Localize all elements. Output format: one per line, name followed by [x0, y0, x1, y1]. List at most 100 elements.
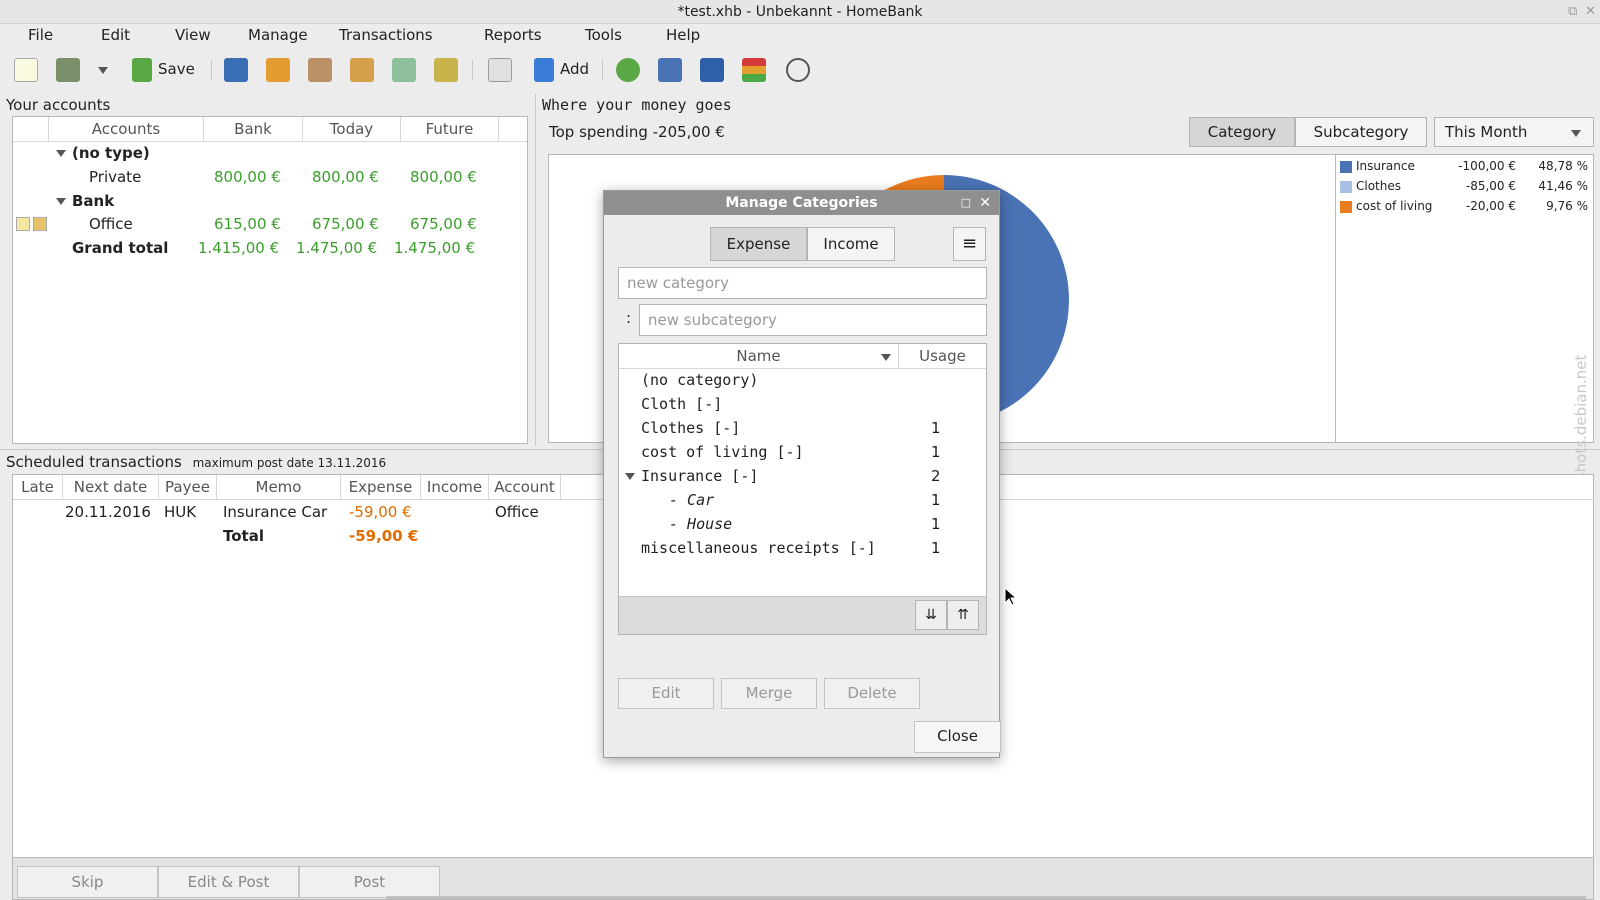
save-button-label[interactable]: Save: [158, 60, 195, 78]
menu-help[interactable]: Help: [666, 26, 700, 44]
account-name[interactable]: Private: [89, 168, 141, 186]
account-group[interactable]: Bank: [72, 192, 114, 210]
menu-file[interactable]: File: [28, 26, 53, 44]
scheduled-heading: Scheduled transactions maximum post date…: [6, 453, 386, 471]
menu-bar: File Edit View Manage Transactions Repor…: [0, 24, 1600, 48]
dialog-titlebar[interactable]: Manage Categories □ ✕: [604, 191, 999, 215]
save-icon[interactable]: [132, 58, 152, 82]
legend-swatch: [1340, 181, 1352, 193]
menu-manage[interactable]: Manage: [248, 26, 308, 44]
subcategory-toggle[interactable]: Subcategory: [1295, 117, 1427, 147]
col-expense[interactable]: Expense: [341, 475, 421, 499]
merge-button[interactable]: Merge: [721, 678, 817, 709]
delete-button[interactable]: Delete: [824, 678, 920, 709]
account-today: 675,00 €: [312, 215, 379, 233]
new-file-icon[interactable]: [14, 58, 38, 82]
col-today[interactable]: Today: [303, 117, 401, 141]
collapse-all-icon[interactable]: ⇈: [947, 600, 979, 630]
chart-legend: Insurance -100,00 € 48,78 % Clothes -85,00 €…: [1336, 154, 1594, 443]
spending-heading: Where your money goes: [542, 96, 732, 114]
payees-icon[interactable]: [266, 58, 290, 82]
open-dropdown-icon[interactable]: [98, 67, 108, 74]
skip-button[interactable]: Skip: [17, 866, 158, 898]
maximize-icon[interactable]: □: [961, 191, 971, 215]
category-usage: 1: [931, 419, 941, 437]
category-name: (no category): [641, 371, 759, 389]
range-value: This Month: [1445, 123, 1528, 141]
legend-swatch: [1340, 161, 1352, 173]
close-icon[interactable]: ✕: [1585, 0, 1596, 24]
menu-view[interactable]: View: [175, 26, 211, 44]
col-accounts[interactable]: Accounts: [49, 117, 204, 141]
scheduled-title: Scheduled transactions: [6, 453, 182, 471]
col-bank[interactable]: Bank: [204, 117, 303, 141]
category-usage: 1: [931, 491, 941, 509]
budget-icon[interactable]: [392, 58, 416, 82]
menu-reports[interactable]: Reports: [484, 26, 542, 44]
window-title: *test.xhb - Unbekannt - HomeBank: [677, 4, 923, 20]
vehicle-cost-icon[interactable]: [786, 58, 810, 82]
hamburger-menu-icon[interactable]: ≡: [953, 227, 986, 261]
budget-report-icon[interactable]: [742, 58, 766, 82]
expander-icon[interactable]: [56, 150, 66, 157]
account-bank: 615,00 €: [214, 215, 281, 233]
account-future: 800,00 €: [410, 168, 477, 186]
close-icon[interactable]: ✕: [979, 191, 991, 215]
category-name: Clothes [-]: [641, 419, 741, 437]
category-name: Cloth [-]: [641, 395, 723, 413]
dialog-title: Manage Categories: [725, 195, 878, 211]
add-icon[interactable]: [534, 58, 554, 82]
edit-post-button[interactable]: Edit & Post: [158, 866, 299, 898]
category-toggle[interactable]: Category: [1189, 117, 1295, 147]
edit-button[interactable]: Edit: [618, 678, 714, 709]
sort-descending-icon: [881, 354, 891, 361]
chevron-down-icon: [1571, 130, 1581, 137]
new-category-input[interactable]: new category: [618, 267, 987, 299]
close-button[interactable]: Close: [914, 721, 1001, 753]
balance-chart-icon[interactable]: [700, 58, 724, 82]
top-spending-label: Top spending -205,00 €: [549, 123, 725, 141]
ledger-icon[interactable]: [488, 58, 512, 82]
open-file-icon[interactable]: [56, 58, 80, 82]
col-next-date[interactable]: Next date: [63, 475, 159, 499]
menu-edit[interactable]: Edit: [101, 26, 130, 44]
income-toggle[interactable]: Income: [807, 227, 895, 261]
col-memo[interactable]: Memo: [217, 475, 341, 499]
col-account[interactable]: Account: [489, 475, 561, 499]
accounts-icon[interactable]: [224, 58, 248, 82]
expander-icon[interactable]: [56, 198, 66, 205]
max-post-date: maximum post date 13.11.2016: [192, 456, 387, 470]
menu-transactions[interactable]: Transactions: [339, 26, 433, 44]
assistant-wand-icon[interactable]: [434, 58, 458, 82]
statistics-pie-icon[interactable]: [616, 58, 640, 82]
col-late[interactable]: Late: [13, 475, 63, 499]
add-button-label[interactable]: Add: [560, 60, 589, 78]
expense-toggle[interactable]: Expense: [710, 227, 807, 261]
archive-icon[interactable]: [350, 58, 374, 82]
col-payee[interactable]: Payee: [159, 475, 217, 499]
range-dropdown[interactable]: This Month: [1434, 117, 1594, 147]
row-payee: HUK: [164, 503, 197, 521]
expander-icon[interactable]: [625, 473, 635, 480]
account-group[interactable]: (no type): [72, 144, 150, 162]
col-name[interactable]: Name: [619, 344, 899, 368]
trend-icon[interactable]: [658, 58, 682, 82]
category-usage: 1: [931, 515, 941, 533]
scheduled-action-bar: Skip Edit & Post Post: [12, 858, 1594, 900]
maximize-icon[interactable]: ⧉: [1568, 0, 1577, 24]
category-name: cost of living [-]: [641, 443, 804, 461]
expand-all-icon[interactable]: ⇊: [915, 600, 947, 630]
categories-icon[interactable]: [308, 58, 332, 82]
legend-percent: 48,78 %: [1538, 159, 1588, 173]
col-income[interactable]: Income: [421, 475, 489, 499]
new-subcategory-input[interactable]: new subcategory: [639, 304, 987, 336]
post-button[interactable]: Post: [299, 866, 440, 898]
title-bar: *test.xhb - Unbekannt - HomeBank ⧉ ✕: [0, 0, 1600, 24]
col-future[interactable]: Future: [401, 117, 499, 141]
menu-tools[interactable]: Tools: [585, 26, 622, 44]
horizontal-scrollbar[interactable]: [386, 896, 1586, 899]
account-name[interactable]: Office: [89, 215, 133, 233]
list-toolbar: ⇊ ⇈: [619, 596, 986, 634]
pane-divider[interactable]: [535, 94, 536, 446]
col-usage[interactable]: Usage: [899, 344, 986, 368]
